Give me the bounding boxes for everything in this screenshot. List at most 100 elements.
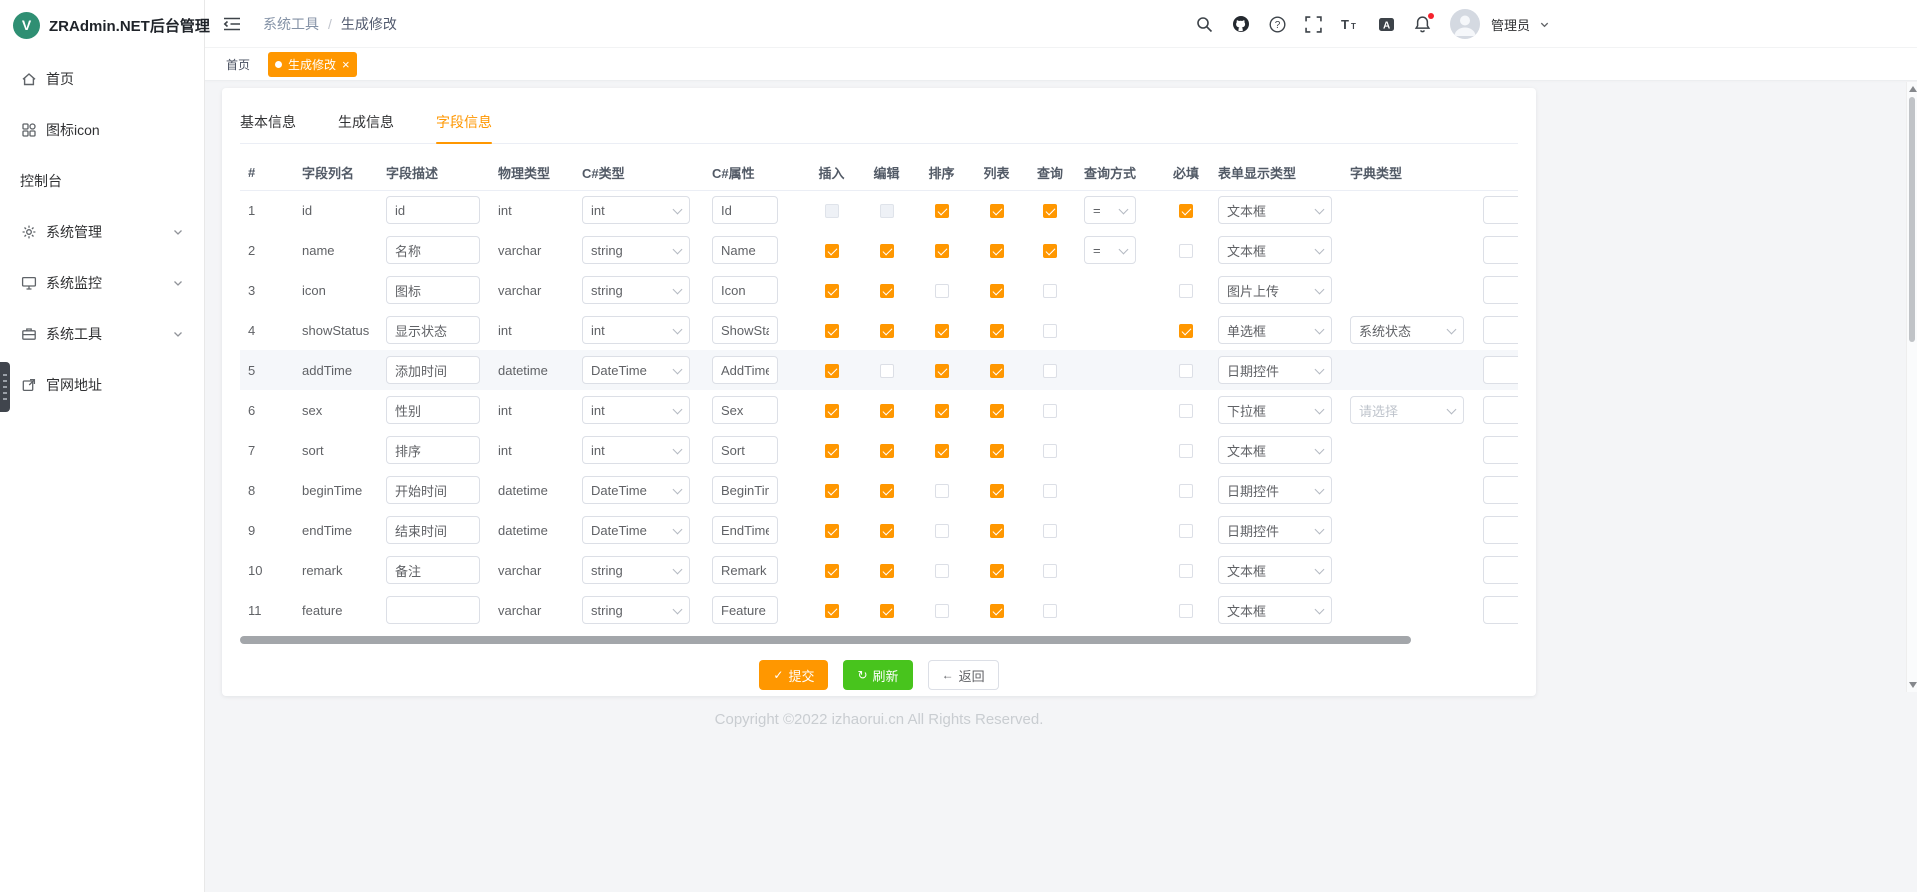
extra-input[interactable]	[1483, 516, 1518, 544]
csharp-type-select[interactable]: DateTime	[582, 356, 690, 384]
tab-basic-info[interactable]: 基本信息	[240, 110, 296, 143]
sort-checkbox[interactable]	[935, 444, 949, 458]
scroll-up-arrow[interactable]	[1909, 86, 1917, 92]
submit-button[interactable]: ✓ 提交	[759, 660, 828, 690]
sort-checkbox[interactable]	[935, 204, 949, 218]
query-checkbox[interactable]	[1043, 444, 1057, 458]
csharp-type-select[interactable]: int	[582, 396, 690, 424]
horizontal-scrollbar[interactable]	[240, 636, 1518, 644]
dict-type-select[interactable]: 系统状态	[1350, 316, 1464, 344]
list-checkbox[interactable]	[990, 564, 1004, 578]
csharp-type-select[interactable]: string	[582, 596, 690, 624]
csharp-property-input[interactable]	[712, 516, 778, 544]
extra-input[interactable]	[1483, 356, 1518, 384]
extra-input[interactable]	[1483, 596, 1518, 624]
insert-checkbox[interactable]	[825, 564, 839, 578]
list-checkbox[interactable]	[990, 204, 1004, 218]
sidebar-item-system-monitor[interactable]: 系统监控	[0, 257, 204, 308]
csharp-type-select[interactable]: int	[582, 436, 690, 464]
sidebar-item-system-tools[interactable]: 系统工具	[0, 308, 204, 359]
display-type-select[interactable]: 文本框	[1218, 596, 1332, 624]
edit-checkbox[interactable]	[880, 364, 894, 378]
list-checkbox[interactable]	[990, 484, 1004, 498]
description-input[interactable]	[386, 356, 480, 384]
tab-field-info[interactable]: 字段信息	[436, 110, 492, 143]
display-type-select[interactable]: 文本框	[1218, 236, 1332, 264]
sidebar-collapse-button[interactable]	[219, 12, 245, 36]
github-icon[interactable]	[1232, 15, 1250, 33]
description-input[interactable]	[386, 276, 480, 304]
query-method-select[interactable]: =	[1084, 196, 1136, 224]
sort-checkbox[interactable]	[935, 564, 949, 578]
required-checkbox[interactable]	[1179, 244, 1193, 258]
vertical-scrollbar[interactable]	[1906, 82, 1917, 692]
insert-checkbox[interactable]	[825, 284, 839, 298]
required-checkbox[interactable]	[1179, 364, 1193, 378]
dict-type-select[interactable]: 请选择	[1350, 396, 1464, 424]
edit-checkbox[interactable]	[880, 324, 894, 338]
search-icon[interactable]	[1196, 16, 1213, 33]
required-checkbox[interactable]	[1179, 284, 1193, 298]
csharp-type-select[interactable]: int	[582, 316, 690, 344]
description-input[interactable]	[386, 476, 480, 504]
display-type-select[interactable]: 图片上传	[1218, 276, 1332, 304]
tag-home[interactable]: 首页	[222, 52, 254, 77]
sort-checkbox[interactable]	[935, 524, 949, 538]
extra-input[interactable]	[1483, 316, 1518, 344]
description-input[interactable]	[386, 396, 480, 424]
tab-generate-info[interactable]: 生成信息	[338, 110, 394, 143]
sort-checkbox[interactable]	[935, 284, 949, 298]
app-logo[interactable]: V ZRAdmin.NET后台管理	[0, 0, 204, 50]
extra-input[interactable]	[1483, 476, 1518, 504]
required-checkbox[interactable]	[1179, 204, 1193, 218]
avatar[interactable]	[1450, 9, 1480, 39]
edit-checkbox[interactable]	[880, 484, 894, 498]
extra-input[interactable]	[1483, 396, 1518, 424]
required-checkbox[interactable]	[1179, 404, 1193, 418]
sort-checkbox[interactable]	[935, 324, 949, 338]
list-checkbox[interactable]	[990, 604, 1004, 618]
vertical-scrollbar-thumb[interactable]	[1909, 97, 1915, 342]
sort-checkbox[interactable]	[935, 364, 949, 378]
scroll-down-arrow[interactable]	[1909, 682, 1917, 688]
query-checkbox[interactable]	[1043, 244, 1057, 258]
list-checkbox[interactable]	[990, 364, 1004, 378]
query-checkbox[interactable]	[1043, 484, 1057, 498]
extra-input[interactable]	[1483, 196, 1518, 224]
display-type-select[interactable]: 下拉框	[1218, 396, 1332, 424]
csharp-type-select[interactable]: string	[582, 556, 690, 584]
display-type-select[interactable]: 文本框	[1218, 196, 1332, 224]
extra-input[interactable]	[1483, 276, 1518, 304]
query-checkbox[interactable]	[1043, 404, 1057, 418]
help-icon[interactable]: ?	[1269, 16, 1286, 33]
edit-checkbox[interactable]	[880, 564, 894, 578]
refresh-button[interactable]: ↻ 刷新	[843, 660, 912, 690]
query-method-select[interactable]: =	[1084, 236, 1136, 264]
sort-checkbox[interactable]	[935, 404, 949, 418]
display-type-select[interactable]: 文本框	[1218, 436, 1332, 464]
language-icon[interactable]: A	[1378, 16, 1395, 33]
edit-checkbox[interactable]	[880, 444, 894, 458]
extra-input[interactable]	[1483, 436, 1518, 464]
query-checkbox[interactable]	[1043, 364, 1057, 378]
required-checkbox[interactable]	[1179, 604, 1193, 618]
edit-checkbox[interactable]	[880, 524, 894, 538]
csharp-type-select[interactable]: string	[582, 276, 690, 304]
description-input[interactable]	[386, 516, 480, 544]
insert-checkbox[interactable]	[825, 604, 839, 618]
query-checkbox[interactable]	[1043, 524, 1057, 538]
font-size-icon[interactable]: TT	[1341, 16, 1359, 32]
insert-checkbox[interactable]	[825, 404, 839, 418]
csharp-type-select[interactable]: DateTime	[582, 476, 690, 504]
edit-checkbox[interactable]	[880, 244, 894, 258]
insert-checkbox[interactable]	[825, 524, 839, 538]
close-icon[interactable]: ×	[342, 58, 350, 71]
display-type-select[interactable]: 日期控件	[1218, 356, 1332, 384]
sidebar-item-official-site[interactable]: 官网地址	[0, 359, 204, 410]
csharp-property-input[interactable]	[712, 196, 778, 224]
required-checkbox[interactable]	[1179, 484, 1193, 498]
description-input[interactable]	[386, 596, 480, 624]
required-checkbox[interactable]	[1179, 444, 1193, 458]
query-checkbox[interactable]	[1043, 204, 1057, 218]
csharp-property-input[interactable]	[712, 476, 778, 504]
